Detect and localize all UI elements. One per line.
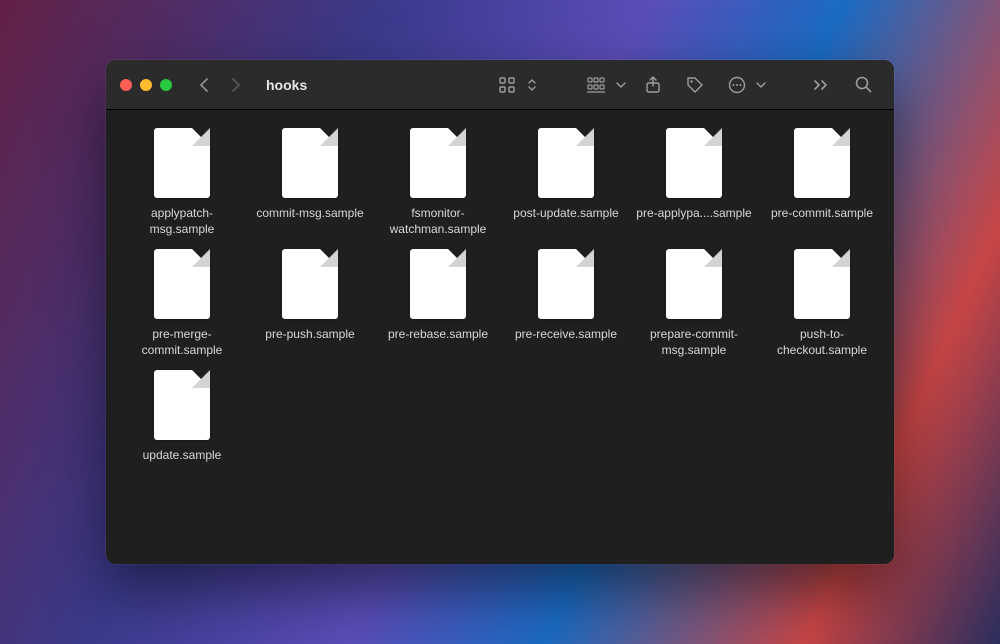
document-icon [154, 370, 210, 440]
file-item[interactable]: update.sample [120, 370, 244, 464]
window-title: hooks [266, 77, 307, 93]
file-item[interactable]: pre-commit.sample [760, 128, 884, 237]
close-button[interactable] [120, 79, 132, 91]
file-item[interactable]: pre-merge-commit.sample [120, 249, 244, 358]
file-label: pre-receive.sample [515, 327, 617, 343]
file-label: push-to-checkout.sample [762, 327, 882, 358]
file-label: applypatch-msg.sample [122, 206, 242, 237]
document-icon [410, 249, 466, 319]
forward-button[interactable] [224, 73, 248, 97]
file-label: pre-merge-commit.sample [122, 327, 242, 358]
group-by-icon [580, 71, 614, 99]
file-grid-area[interactable]: applypatch-msg.sample commit-msg.sample fs… [106, 110, 894, 564]
chevron-down-icon [754, 71, 768, 99]
minimize-button[interactable] [140, 79, 152, 91]
file-item[interactable]: commit-msg.sample [248, 128, 372, 237]
file-label: pre-applypa....sample [636, 206, 751, 222]
document-icon [154, 128, 210, 198]
chevron-down-icon [614, 71, 628, 99]
finder-window: hooks [106, 60, 894, 564]
group-by-control[interactable] [580, 71, 628, 99]
action-menu-button[interactable] [720, 71, 768, 99]
icon-view-button[interactable] [490, 71, 524, 99]
file-label: commit-msg.sample [256, 206, 363, 222]
search-button[interactable] [846, 71, 880, 99]
file-item[interactable]: post-update.sample [504, 128, 628, 237]
file-label: pre-rebase.sample [388, 327, 488, 343]
file-label: pre-commit.sample [771, 206, 873, 222]
document-icon [538, 128, 594, 198]
document-icon [410, 128, 466, 198]
file-item[interactable]: prepare-commit-msg.sample [632, 249, 756, 358]
document-icon [794, 128, 850, 198]
tags-button[interactable] [678, 71, 712, 99]
document-icon [666, 249, 722, 319]
file-label: prepare-commit-msg.sample [634, 327, 754, 358]
file-item[interactable]: pre-push.sample [248, 249, 372, 358]
window-controls [120, 79, 172, 91]
back-button[interactable] [192, 73, 216, 97]
file-label: fsmonitor-watchman.sample [378, 206, 498, 237]
document-icon [282, 128, 338, 198]
view-switcher-icon[interactable] [524, 71, 540, 99]
file-label: post-update.sample [513, 206, 618, 222]
view-mode-group [490, 71, 540, 99]
share-button[interactable] [636, 71, 670, 99]
titlebar: hooks [106, 60, 894, 110]
file-label: update.sample [143, 448, 222, 464]
file-label: pre-push.sample [265, 327, 354, 343]
document-icon [282, 249, 338, 319]
document-icon [538, 249, 594, 319]
file-item[interactable]: pre-applypa....sample [632, 128, 756, 237]
document-icon [154, 249, 210, 319]
maximize-button[interactable] [160, 79, 172, 91]
document-icon [666, 128, 722, 198]
file-grid: applypatch-msg.sample commit-msg.sample fs… [120, 128, 880, 464]
document-icon [794, 249, 850, 319]
ellipsis-circle-icon [720, 71, 754, 99]
file-item[interactable]: pre-receive.sample [504, 249, 628, 358]
file-item[interactable]: push-to-checkout.sample [760, 249, 884, 358]
overflow-button[interactable] [804, 71, 838, 99]
file-item[interactable]: pre-rebase.sample [376, 249, 500, 358]
file-item[interactable]: fsmonitor-watchman.sample [376, 128, 500, 237]
file-item[interactable]: applypatch-msg.sample [120, 128, 244, 237]
